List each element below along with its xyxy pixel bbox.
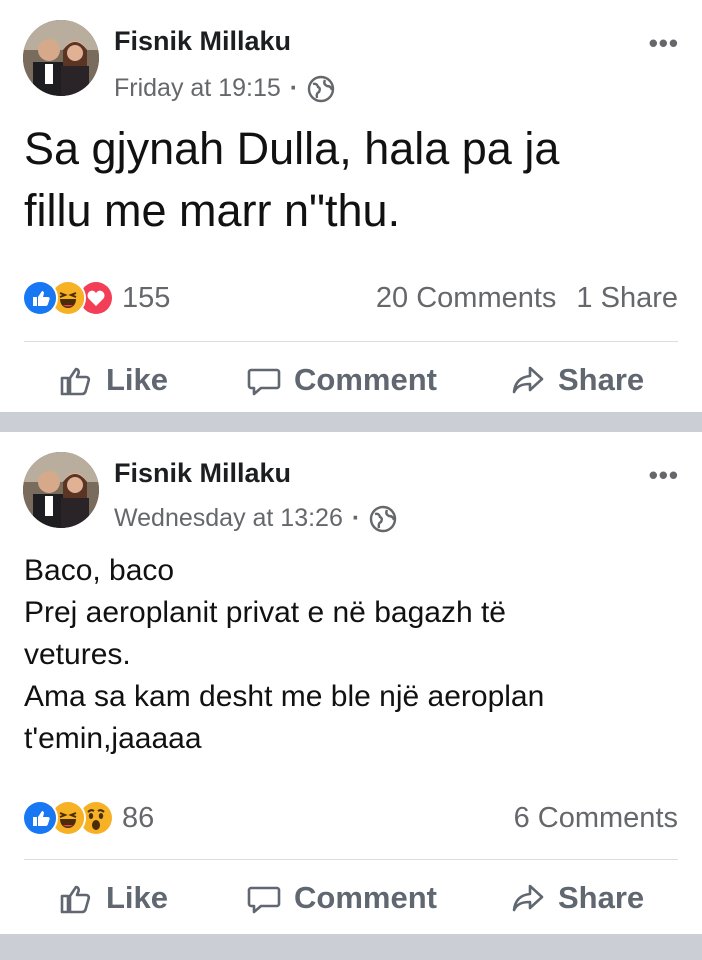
more-options-icon[interactable]: •••: [649, 460, 679, 491]
avatar[interactable]: [23, 20, 99, 96]
author-name[interactable]: Fisnik Millaku: [114, 458, 291, 489]
author-name[interactable]: Fisnik Millaku: [114, 26, 291, 57]
post-stats: 155 20 Comments 1 Share: [22, 278, 678, 318]
like-button[interactable]: Like: [58, 350, 168, 410]
comment-label: Comment: [294, 362, 437, 397]
reaction-count[interactable]: 86: [122, 802, 154, 835]
share-button[interactable]: Share: [510, 868, 644, 928]
post-text-line: fillu me marr n"thu.: [24, 185, 401, 236]
post-text-line: Prej aeroplanit privat e në bagazh të: [24, 596, 506, 629]
post-separator: [0, 934, 702, 960]
share-button[interactable]: Share: [510, 350, 644, 410]
post-text-line: vetures.: [24, 638, 131, 671]
post-card: Fisnik Millaku Friday at 19:15 · ••• Sa …: [0, 0, 702, 412]
post-meta: Wednesday at 13:26 ·: [114, 504, 397, 533]
like-label: Like: [106, 880, 169, 915]
comment-icon: [247, 368, 281, 396]
post-time[interactable]: Wednesday at 13:26: [114, 504, 343, 533]
thumbs-up-icon: [60, 885, 91, 914]
post-text: Sa gjynah Dulla, hala pa ja fillu me mar…: [24, 118, 684, 242]
shares-count[interactable]: 1 Share: [576, 282, 678, 315]
post-text-line: t'emin,jaaaaa: [24, 722, 202, 755]
post-separator: [0, 412, 702, 432]
comment-icon: [247, 886, 281, 914]
like-button[interactable]: Like: [58, 868, 168, 928]
share-icon: [512, 884, 544, 912]
meta-separator: ·: [289, 74, 299, 102]
share-icon: [512, 366, 544, 394]
globe-icon: [307, 75, 335, 103]
comment-label: Comment: [294, 880, 437, 915]
post-card: Fisnik Millaku Wednesday at 13:26 · ••• …: [0, 432, 702, 934]
comment-button[interactable]: Comment: [246, 868, 437, 928]
reaction-icons[interactable]: 86: [22, 800, 154, 836]
meta-separator: ·: [351, 504, 361, 532]
divider: [24, 859, 678, 860]
thumbs-up-icon: [60, 367, 91, 396]
more-options-icon[interactable]: •••: [649, 28, 679, 59]
comments-count[interactable]: 20 Comments: [376, 282, 557, 315]
comment-button[interactable]: Comment: [246, 350, 437, 410]
share-label: Share: [558, 362, 645, 397]
comments-count[interactable]: 6 Comments: [514, 802, 678, 835]
action-bar: Like Comment Share: [0, 350, 702, 410]
divider: [24, 341, 678, 342]
post-time[interactable]: Friday at 19:15: [114, 74, 281, 103]
post-text-line: Baco, baco: [24, 554, 175, 587]
like-reaction-icon: [22, 280, 58, 316]
post-meta: Friday at 19:15 ·: [114, 74, 335, 103]
post-text: Baco, baco Prej aeroplanit privat e në b…: [24, 550, 684, 760]
reaction-count[interactable]: 155: [122, 282, 170, 315]
like-label: Like: [106, 362, 169, 397]
share-label: Share: [558, 880, 645, 915]
post-text-line: Ama sa kam desht me ble një aeroplan: [24, 680, 545, 713]
reaction-icons[interactable]: 155: [22, 280, 170, 316]
like-reaction-icon: [22, 800, 58, 836]
action-bar: Like Comment Share: [0, 868, 702, 928]
globe-icon: [369, 505, 397, 533]
post-text-line: Sa gjynah Dulla, hala pa ja: [24, 123, 560, 174]
post-stats: 86 6 Comments: [22, 798, 678, 838]
avatar[interactable]: [23, 452, 99, 528]
